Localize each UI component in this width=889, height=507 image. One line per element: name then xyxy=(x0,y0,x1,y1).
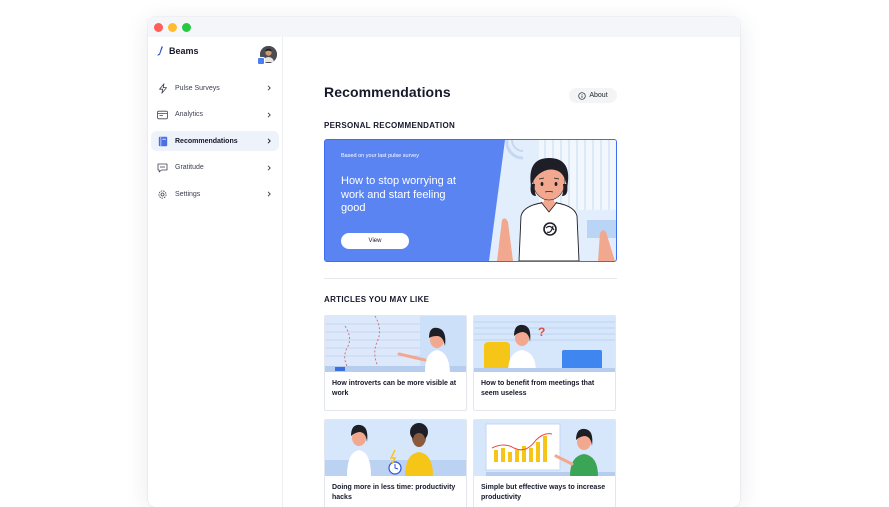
chevron-right-icon xyxy=(267,138,271,144)
article-card[interactable]: Doing more in less time: productivity ha… xyxy=(324,419,467,507)
svg-text:?: ? xyxy=(538,325,545,339)
sidebar-item-label: Analytics xyxy=(175,111,204,118)
article-card[interactable]: Simple but effective ways to increase pr… xyxy=(473,419,616,507)
lightning-icon xyxy=(157,82,168,94)
chevron-right-icon xyxy=(267,111,271,118)
sidebar-nav: Pulse Surveys Analytics Recommendations xyxy=(151,78,279,211)
gear-icon xyxy=(157,189,168,200)
maximize-window-button[interactable] xyxy=(182,22,191,32)
productivity-chart-illustration xyxy=(474,420,615,476)
brand-name: Beams xyxy=(169,46,199,56)
view-button[interactable]: View xyxy=(341,233,409,249)
articles-section-title: ARTICLES YOU MAY LIKE xyxy=(324,295,430,304)
analytics-icon xyxy=(157,109,168,120)
article-title: How to benefit from meetings that seem u… xyxy=(481,380,595,397)
sidebar-item-gratitude[interactable]: Gratitude xyxy=(151,158,279,178)
avatar-badge xyxy=(257,57,265,65)
personal-section-title: PERSONAL RECOMMENDATION xyxy=(324,121,456,130)
article-title: Doing more in less time: productivity ha… xyxy=(332,484,456,501)
chevron-right-icon xyxy=(267,85,271,91)
info-icon xyxy=(578,91,586,100)
page-title: Recommendations xyxy=(324,84,451,100)
hero-title: How to stop worrying at work and start f… xyxy=(341,175,456,214)
chevron-right-icon xyxy=(267,164,271,171)
meeting-illustration: ? xyxy=(474,316,615,372)
book-icon xyxy=(157,136,168,147)
brand[interactable]: Beams xyxy=(156,46,199,56)
chevron-right-icon xyxy=(267,191,271,197)
sidebar-item-analytics[interactable]: Analytics xyxy=(151,105,279,125)
message-icon xyxy=(157,162,168,173)
section-divider xyxy=(324,278,617,279)
sidebar-item-pulse-surveys[interactable]: Pulse Surveys xyxy=(151,78,279,98)
sidebar-item-label: Settings xyxy=(175,190,201,198)
sidebar-item-label: Recommendations xyxy=(175,137,238,145)
main-content: Recommendations About PERSONAL RECOMMEND… xyxy=(283,37,740,507)
productivity-hacks-illustration xyxy=(325,420,466,476)
title-bar xyxy=(148,17,740,37)
minimize-window-button[interactable] xyxy=(168,22,177,32)
sidebar: Beams Pulse Surveys Analytics Recommenda… xyxy=(148,37,283,507)
beams-logo-icon xyxy=(157,46,163,56)
article-card[interactable]: ? How to benefit from meetings that seem… xyxy=(473,315,616,411)
app-window: Beams Pulse Surveys Analytics Recommenda… xyxy=(148,17,740,507)
article-card[interactable]: How introverts can be more visible at wo… xyxy=(324,315,467,411)
sidebar-item-settings[interactable]: Settings xyxy=(151,184,279,204)
sidebar-item-recommendations[interactable]: Recommendations xyxy=(151,131,279,151)
user-avatar[interactable] xyxy=(257,46,277,65)
worried-person-illustration xyxy=(489,140,616,261)
about-label: About xyxy=(589,92,608,99)
hero-subtitle: Based on your last pulse survey xyxy=(341,153,419,159)
article-title: How introverts can be more visible at wo… xyxy=(332,380,457,397)
personal-recommendation-card[interactable]: Based on your last pulse survey How to s… xyxy=(324,139,617,262)
introvert-illustration xyxy=(325,316,466,372)
about-button[interactable]: About xyxy=(569,88,617,103)
article-title: Simple but effective ways to increase pr… xyxy=(481,484,606,501)
sidebar-item-label: Gratitude xyxy=(175,164,204,171)
sidebar-item-label: Pulse Surveys xyxy=(175,84,220,92)
close-window-button[interactable] xyxy=(154,22,163,32)
